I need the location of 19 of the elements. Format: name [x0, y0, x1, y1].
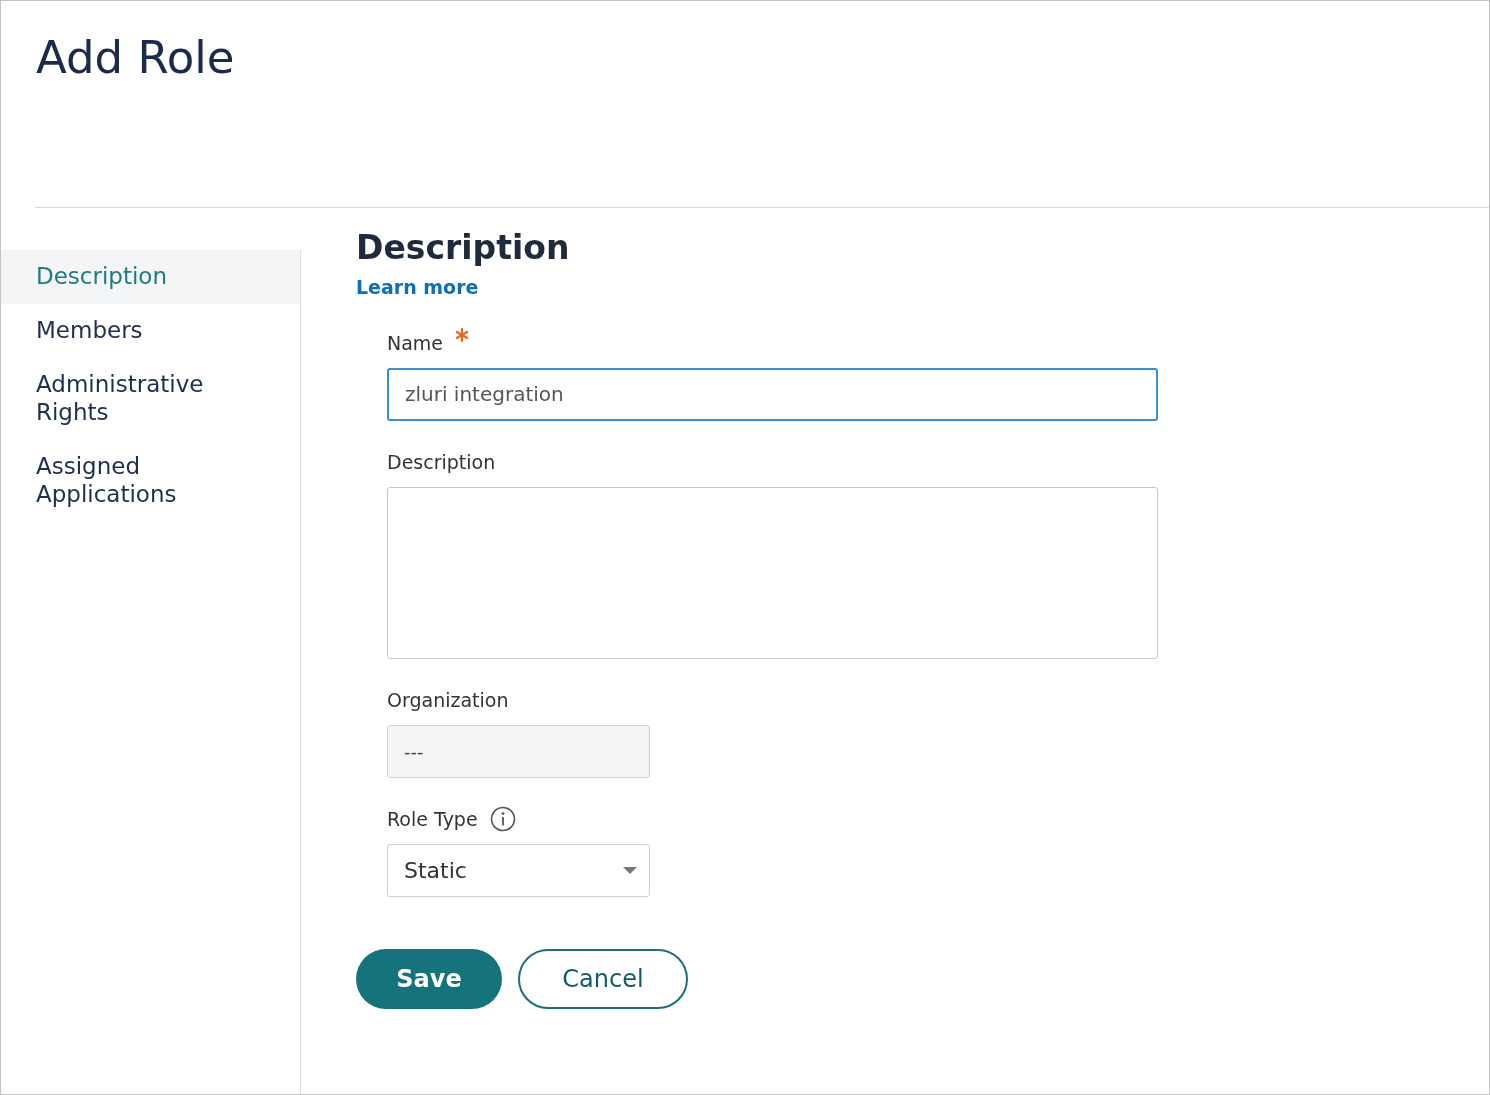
- save-button[interactable]: Save: [356, 948, 502, 1009]
- sidebar-item[interactable]: Description: [1, 250, 300, 304]
- page-title: Add Role: [35, 30, 236, 86]
- field-label: Role Type: [387, 807, 478, 830]
- cancel-button[interactable]: Cancel: [518, 948, 688, 1009]
- sidebar-item[interactable]: Members: [1, 304, 300, 358]
- sidebar-item[interactable]: Administrative Rights: [1, 358, 300, 440]
- role-type-dropdown[interactable]: Static: [387, 843, 650, 897]
- name-input-field[interactable]: zluri integration: [387, 367, 1158, 421]
- sidebar-item[interactable]: Assigned Applications: [1, 440, 300, 522]
- organization-field: ---: [387, 724, 650, 778]
- field-label: Name: [387, 331, 444, 354]
- field-label: Organization: [387, 688, 509, 711]
- required-asterisk-icon: [455, 327, 470, 342]
- learn-more-link[interactable]: Learn more: [356, 275, 479, 298]
- field-label: Description: [387, 450, 496, 473]
- caret-down-icon: [623, 866, 637, 874]
- info-icon[interactable]: [489, 805, 516, 832]
- section-title: Description: [356, 228, 571, 268]
